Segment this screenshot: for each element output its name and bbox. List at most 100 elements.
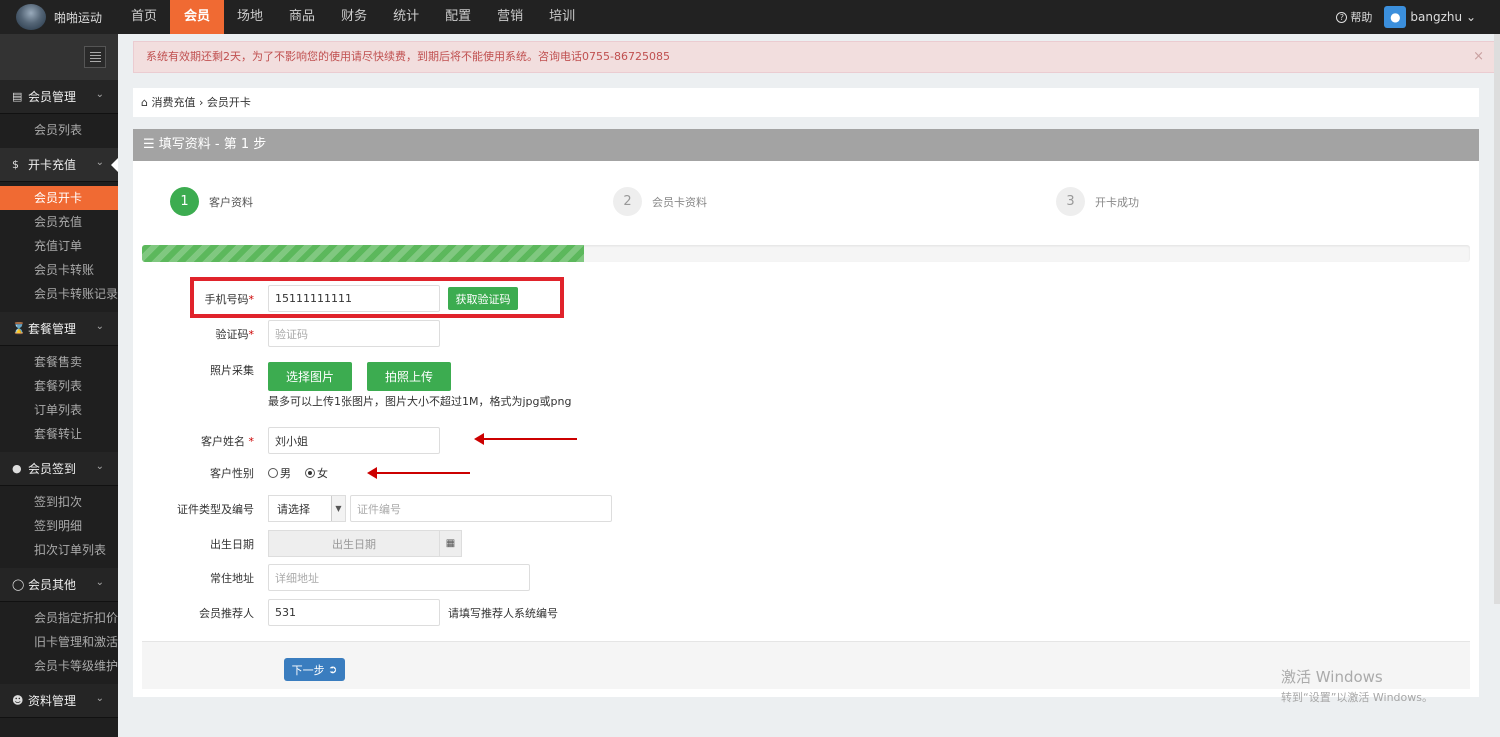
sidebar-item-transfer-records[interactable]: 会员卡转账记录 [0,282,118,306]
user-menu[interactable]: bangzhu ⌄ [1410,10,1476,24]
birth-label: 出生日期 [210,537,254,551]
chevron-down-icon: ▼ [331,496,345,521]
logo-image [16,4,46,30]
wizard-steps: 1 客户资料 2 会员卡资料 3 开卡成功 [133,187,1479,217]
sidebar-item-recharge-orders[interactable]: 充值订单 [0,234,118,258]
nav-item-marketing[interactable]: 营销 [484,0,536,34]
nav-item-finance[interactable]: 财务 [328,0,380,34]
nav-item-venue[interactable]: 场地 [224,0,276,34]
annotation-arrow-name [474,433,577,445]
nav-item-training[interactable]: 培训 [536,0,588,34]
sidebar-item-checkin-deduct[interactable]: 签到扣次 [0,490,118,514]
sidebar-item-discount-price[interactable]: 会员指定折扣价 [0,606,118,630]
name-label: 客户姓名 * [201,434,254,448]
alert-text: 系统有效期还剩2天，为了不影响您的使用请尽快续费，到期后将不能使用系统。咨询电话… [146,50,670,63]
chevron-down-icon: ⌄ [95,89,104,100]
chevron-down-icon: ⌄ [95,461,104,472]
group-label: 资料管理 [28,694,77,708]
sidebar-item-package-transfer[interactable]: 套餐转让 [0,422,118,446]
chevron-down-icon: ⌄ [95,577,104,588]
group-label: 套餐管理 [28,322,77,336]
sidebar-group-package[interactable]: ⌛ 套餐管理 ⌄ [0,312,118,346]
referrer-hint: 请填写推荐人系统编号 [448,606,558,620]
submenu-card-recharge: 会员开卡 会员充值 充值订单 会员卡转账 会员卡转账记录 [0,182,118,312]
chevron-down-icon: ⌄ [95,157,104,168]
step-number: 1 [170,187,199,216]
sidebar-group-member-other[interactable]: ◯ 会员其他 ⌄ [0,568,118,602]
submenu-package: 套餐售卖 套餐列表 订单列表 套餐转让 [0,346,118,452]
photo-label: 照片采集 [210,364,254,377]
sidebar-item-card-level[interactable]: 会员卡等级维护 [0,654,118,678]
sidebar-item-card-transfer[interactable]: 会员卡转账 [0,258,118,282]
chevron-down-icon: ⌄ [1465,10,1476,24]
sidebar-group-checkin[interactable]: ● 会员签到 ⌄ [0,452,118,486]
referrer-label: 会员推荐人 [199,606,254,620]
group-label: 会员其他 [28,578,77,592]
sidebar-item-order-list[interactable]: 订单列表 [0,398,118,422]
step-number: 3 [1056,187,1085,216]
sidebar-group-member-manage[interactable]: ▤ 会员管理 ⌄ [0,80,118,114]
sidebar-group-card-recharge[interactable]: $ 开卡充值 ⌄ [0,148,118,182]
gender-male-radio[interactable]: 男 [268,465,291,481]
id-type-select[interactable]: 请选择 ▼ [268,495,346,522]
sidebar-item-checkin-detail[interactable]: 签到明细 [0,514,118,538]
step-customer-info: 1 客户资料 [170,187,253,216]
nav-item-home[interactable]: 首页 [118,0,170,34]
select-image-button[interactable]: 选择图片 [268,362,352,391]
close-icon[interactable]: × [1473,42,1484,72]
code-input[interactable]: 验证码 [268,320,440,347]
progress-fill [142,245,585,262]
list-icon: ☰ [143,137,155,152]
sidebar-item-old-card[interactable]: 旧卡管理和激活 [0,630,118,654]
breadcrumb-separator: › [198,96,204,109]
sidebar-item-recharge[interactable]: 会员充值 [0,210,118,234]
nav-item-stats[interactable]: 统计 [380,0,432,34]
group-label: 开卡充值 [28,158,77,172]
chevron-down-icon: ⌄ [95,321,104,332]
referrer-row: 会员推荐人 531 请填写推荐人系统编号 [133,599,558,626]
photo-hint: 最多可以上传1张图片，图片大小不超过1M，格式为jpg或png [268,395,572,408]
step-label: 客户资料 [209,195,253,209]
customer-name-input[interactable]: 刘小姐 [268,427,440,454]
page-scrollbar[interactable] [1494,34,1500,604]
sidebar-item-package-list[interactable]: 套餐列表 [0,374,118,398]
sidebar-item-open-card[interactable]: 会员开卡 [0,186,118,210]
users-icon[interactable]: ● [1384,6,1407,28]
top-right-area: ? 帮助 ● bangzhu ⌄ [1336,6,1500,28]
referrer-input[interactable]: 531 [268,599,440,626]
submenu-member-other: 会员指定折扣价 旧卡管理和激活 会员卡等级维护 [0,602,118,684]
hourglass-icon: ⌛ [12,322,26,335]
sidebar-header [0,34,118,80]
step-label: 会员卡资料 [652,195,707,209]
gender-female-radio[interactable]: 女 [305,465,328,481]
next-step-button[interactable]: 下一步 ➲ [284,658,345,681]
breadcrumb-current: 会员开卡 [206,96,251,109]
gender-row: 客户性别 男 女 [133,465,342,481]
users-icon: ☻ [12,694,24,707]
calendar-icon[interactable]: ▦ [440,530,462,557]
camera-upload-button[interactable]: 拍照上传 [367,362,451,391]
submenu-checkin: 签到扣次 签到明细 扣次订单列表 [0,486,118,568]
main-nav: 首页 会员 场地 商品 财务 统计 配置 营销 培训 [118,0,588,34]
username: bangzhu [1410,10,1463,24]
birth-date-input[interactable]: 出生日期 [268,530,440,557]
nav-item-config[interactable]: 配置 [432,0,484,34]
menu-toggle-icon[interactable] [84,46,106,68]
id-label: 证件类型及编号 [177,502,254,516]
breadcrumb-parent[interactable]: 消费充值 [151,96,195,109]
sidebar-group-data-manage[interactable]: ☻ 资料管理 ⌄ [0,684,118,718]
birth-date-picker: 出生日期 ▦ [268,530,462,557]
sidebar-item-member-list[interactable]: 会员列表 [0,118,118,142]
help-link[interactable]: ? 帮助 [1336,9,1372,25]
sidebar-item-deduct-orders[interactable]: 扣次订单列表 [0,538,118,562]
windows-watermark: 激活 Windows 转到“设置”以激活 Windows。 [1281,666,1433,705]
sidebar-item-package-sale[interactable]: 套餐售卖 [0,350,118,374]
photo-row: 照片采集 选择图片 拍照上传 最多可以上传1张图片，图片大小不超过1M，格式为j… [133,362,571,409]
address-input[interactable]: 详细地址 [268,564,530,591]
nav-item-member[interactable]: 会员 [170,0,225,34]
name-row: 客户姓名 * 刘小姐 [133,427,440,454]
nav-item-goods[interactable]: 商品 [276,0,328,34]
id-number-input[interactable]: 证件编号 [350,495,612,522]
step-number: 2 [613,187,642,216]
brand-logo[interactable]: 啪啪运动 [0,0,118,34]
